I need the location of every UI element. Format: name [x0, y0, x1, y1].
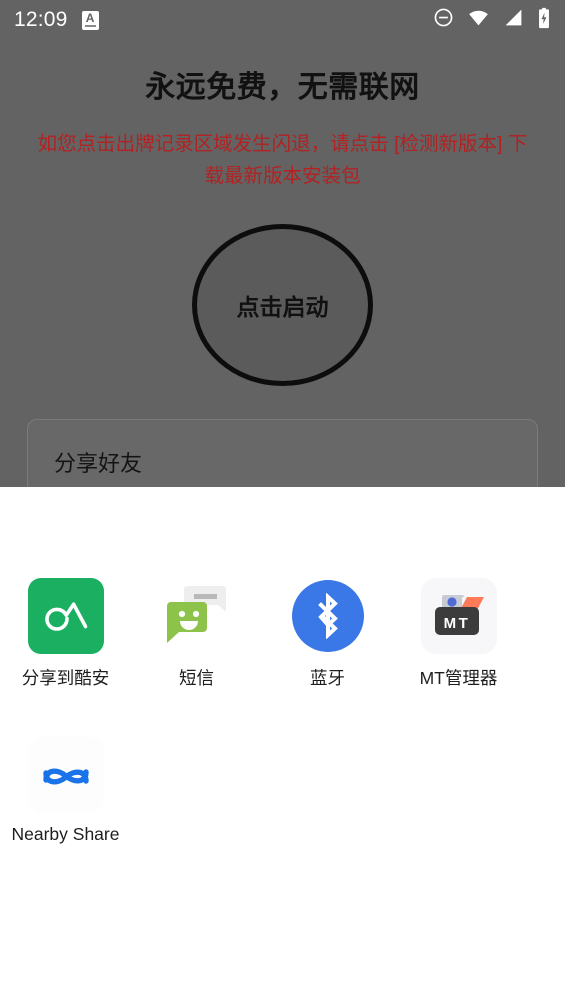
notification-a-icon: A: [81, 10, 99, 30]
share-friends-card[interactable]: 分享好友: [27, 419, 538, 487]
status-clock: 12:09: [14, 8, 68, 31]
share-friends-title: 分享好友: [54, 451, 143, 476]
share-target-sms[interactable]: 短信: [131, 578, 262, 690]
share-sheet: 分享到酷安 短信 蓝牙 MT MT管理器 Nearby Share: [0, 487, 565, 1004]
status-bar-right: [433, 7, 551, 34]
share-target-mt-manager[interactable]: MT MT管理器: [393, 578, 524, 690]
sms-icon: [159, 578, 235, 654]
share-target-label: 短信: [179, 668, 214, 688]
dimmed-app-backdrop: 12:09 A 永远免费，无需联网 如您点击出牌记录区域发生闪退，请点击 [检测…: [0, 0, 565, 487]
phone-screen: 12:09 A 永远免费，无需联网 如您点击出牌记录区域发生闪退，请点击 [检测…: [0, 0, 565, 1004]
warning-text: 如您点击出牌记录区域发生闪退，请点击 [检测新版本] 下载最新版本安装包: [37, 133, 528, 187]
battery-charging-icon: [537, 7, 551, 34]
svg-text:MT: MT: [443, 615, 470, 632]
dnd-icon: [433, 7, 454, 33]
nearby-share-icon: [27, 737, 104, 813]
share-target-nearby-share[interactable]: Nearby Share: [0, 737, 131, 845]
status-bar-left: 12:09 A: [14, 8, 99, 32]
page-title: 永远免费，无需联网: [145, 71, 420, 104]
share-target-label: 蓝牙: [310, 668, 345, 688]
coolapk-icon: [27, 578, 104, 654]
start-button[interactable]: 点击启动: [192, 224, 373, 386]
share-target-label: Nearby Share: [11, 824, 120, 844]
bluetooth-icon: [290, 578, 366, 654]
wifi-icon: [467, 7, 490, 33]
status-bar: 12:09 A: [0, 0, 565, 40]
signal-icon: [503, 7, 524, 33]
share-target-grid: 分享到酷安 短信 蓝牙 MT MT管理器 Nearby Share: [0, 487, 565, 870]
share-target-bluetooth[interactable]: 蓝牙: [262, 578, 393, 690]
share-target-label: MT管理器: [419, 668, 498, 688]
share-target-coolapk[interactable]: 分享到酷安: [0, 578, 131, 690]
mt-manager-icon: MT: [420, 578, 497, 654]
share-target-label: 分享到酷安: [21, 668, 110, 688]
